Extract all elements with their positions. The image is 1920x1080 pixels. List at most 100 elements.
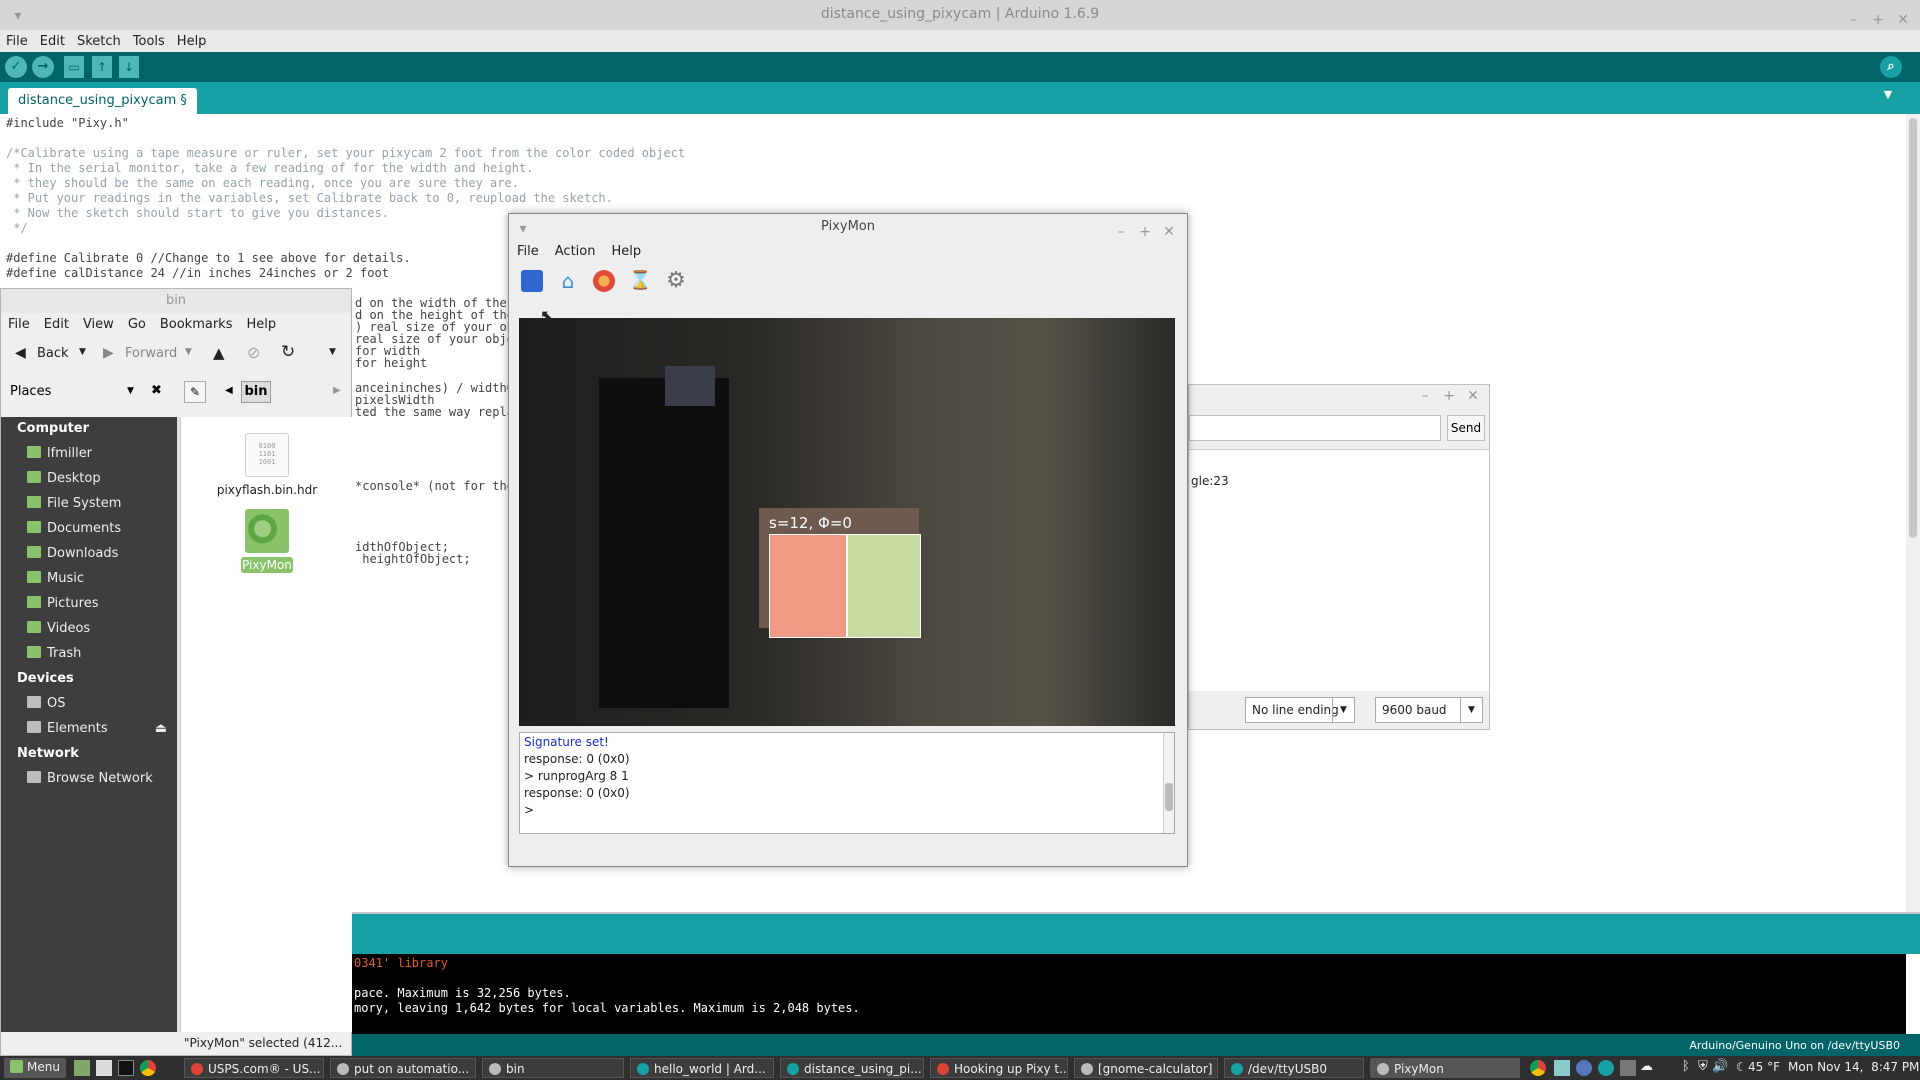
path-left-icon[interactable]: ◀ <box>225 385 233 396</box>
sidebar-item-os[interactable]: OS <box>1 692 177 717</box>
shield-icon[interactable]: ⛨ <box>1698 1059 1708 1074</box>
volume-icon[interactable]: 🔊 <box>1712 1059 1728 1074</box>
taskbar-task[interactable]: bin <box>482 1058 624 1078</box>
upload-icon[interactable]: → <box>32 56 54 78</box>
sidebar-item-music[interactable]: Music <box>1 567 177 592</box>
bluetooth-icon[interactable]: ᛒ <box>1682 1059 1690 1074</box>
terminal-launcher-icon[interactable] <box>118 1060 134 1076</box>
menu-item-tools[interactable]: Tools <box>127 30 171 49</box>
sidebar-item-videos[interactable]: Videos <box>1 617 177 642</box>
gear-icon[interactable]: ⚙ <box>665 270 687 292</box>
console-scrollbar-thumb[interactable] <box>1165 783 1173 811</box>
send-button[interactable]: Send <box>1447 415 1485 441</box>
serial-monitor-icon[interactable]: ⌕ <box>1880 56 1902 78</box>
maximize-icon[interactable]: + <box>1441 388 1457 404</box>
close-icon[interactable]: ✕ <box>1465 388 1481 404</box>
sidebar-item-documents[interactable]: Documents <box>1 517 177 542</box>
taskbar-task[interactable]: distance_using_pi... <box>780 1058 924 1078</box>
sidebar-item-browse-network[interactable]: Browse Network <box>1 767 177 792</box>
sidebar-item-file-system[interactable]: File System <box>1 492 177 517</box>
menu-item-bookmarks[interactable]: Bookmarks <box>153 313 240 336</box>
start-menu-button[interactable]: Menu <box>4 1058 66 1078</box>
sidebar-item-desktop[interactable]: Desktop <box>1 467 177 492</box>
editor-scrollbar[interactable] <box>1906 114 1920 914</box>
close-icon[interactable]: ✕ <box>1161 219 1177 245</box>
editor-scrollbar-thumb[interactable] <box>1909 118 1917 538</box>
camera-view[interactable]: s=12, Φ=0 <box>519 318 1175 726</box>
menu-item-help[interactable]: Help <box>171 30 213 49</box>
menu-item-help[interactable]: Help <box>239 313 283 336</box>
places-dropdown-icon[interactable]: ▼ <box>127 386 134 396</box>
sidebar-item-downloads[interactable]: Downloads <box>1 542 177 567</box>
baud-select[interactable]: 9600 baud ▼ <box>1375 697 1483 723</box>
file-manager-launcher-icon[interactable] <box>96 1060 112 1076</box>
taskbar-task[interactable]: /dev/ttyUSB0 <box>1224 1058 1364 1078</box>
menu-item-view[interactable]: View <box>76 313 121 336</box>
taskbar-task[interactable]: put on automatio... <box>330 1058 476 1078</box>
sidebar-item-pictures[interactable]: Pictures <box>1 592 177 617</box>
chrome-launcher-icon[interactable] <box>140 1060 156 1076</box>
menu-item-file[interactable]: File <box>0 30 34 49</box>
taskbar-task[interactable]: USPS.com® - US... <box>184 1058 324 1078</box>
stop-program-icon[interactable] <box>521 270 543 292</box>
tray-app-icon[interactable] <box>1554 1060 1570 1076</box>
sketch-tab[interactable]: distance_using_pixycam § <box>8 88 197 114</box>
line-ending-select[interactable]: No line ending ▼ <box>1245 697 1355 723</box>
forward-button[interactable]: Forward <box>125 346 177 361</box>
window-menu-icon[interactable]: ▾ <box>515 216 531 242</box>
menu-item-file[interactable]: File <box>509 240 547 263</box>
sidebar-item-elements[interactable]: Elements ⏏ <box>1 717 177 742</box>
tab-menu-icon[interactable]: ▼ <box>1878 88 1898 106</box>
taskbar-task[interactable]: Hooking up Pixy t... <box>930 1058 1068 1078</box>
raw-video-icon[interactable] <box>593 270 615 292</box>
sidebar-item-trash[interactable]: Trash <box>1 642 177 667</box>
cloud-icon[interactable]: ☁ <box>1640 1059 1653 1074</box>
open-sketch-icon[interactable]: ↑ <box>92 56 112 78</box>
minimize-icon[interactable]: – <box>1417 388 1433 404</box>
forward-arrow-icon[interactable]: ▶ <box>103 345 114 361</box>
verify-icon[interactable]: ✓ <box>5 56 27 78</box>
save-sketch-icon[interactable]: ↓ <box>119 56 139 78</box>
chrome-tray-icon[interactable] <box>1530 1060 1546 1076</box>
forward-dropdown-icon[interactable]: ▼ <box>185 347 192 357</box>
show-desktop-icon[interactable] <box>74 1060 90 1076</box>
default-program-icon[interactable]: ⌂ <box>557 270 579 292</box>
menu-item-edit[interactable]: Edit <box>37 313 76 336</box>
file-item-hdr[interactable]: 0100 1101 1001 pixyflash.bin.hdr <box>181 433 353 497</box>
clock[interactable]: Mon Nov 14, 8:47 PM <box>1788 1060 1919 1074</box>
serial-input-field[interactable] <box>1189 415 1441 441</box>
menu-item-edit[interactable]: Edit <box>34 30 71 49</box>
new-sketch-icon[interactable]: ▭ <box>64 56 84 78</box>
places-label[interactable]: Places <box>10 384 51 399</box>
path-right-icon[interactable]: ▶ <box>333 385 341 396</box>
minimize-icon[interactable]: – <box>1113 219 1129 245</box>
menu-item-sketch[interactable]: Sketch <box>71 30 127 49</box>
back-arrow-icon[interactable]: ◀ <box>15 345 26 361</box>
menu-item-action[interactable]: Action <box>547 240 604 263</box>
stop-icon[interactable]: ⊘ <box>247 343 260 362</box>
reload-icon[interactable]: ↻ <box>281 342 295 362</box>
menu-item-file[interactable]: File <box>1 313 37 336</box>
toolbar-overflow-icon[interactable]: ▼ <box>329 347 336 357</box>
maximize-icon[interactable]: + <box>1137 219 1153 245</box>
back-dropdown-icon[interactable]: ▼ <box>79 347 86 357</box>
sidebar-item-lfmiller[interactable]: lfmiller <box>1 442 177 467</box>
file-item-pixymon[interactable]: PixyMon <box>181 509 353 573</box>
cooked-mode-icon[interactable]: ⌛ <box>629 270 651 292</box>
taskbar-task[interactable]: hello_world | Ard... <box>630 1058 774 1078</box>
pixymon-console[interactable]: Signature set! response: 0 (0x0) > runprog… <box>519 732 1175 834</box>
window-menu-icon[interactable]: ▾ <box>10 2 26 30</box>
console-scrollbar[interactable] <box>1163 733 1174 833</box>
tray-shield-icon[interactable] <box>1576 1060 1592 1076</box>
network-icon[interactable] <box>1620 1060 1636 1076</box>
arduino-tray-icon[interactable] <box>1598 1060 1614 1076</box>
taskbar-task[interactable]: PixyMon <box>1370 1058 1520 1078</box>
back-button[interactable]: Back <box>37 346 69 361</box>
taskbar-task[interactable]: [gnome-calculator] <box>1074 1058 1218 1078</box>
eject-icon[interactable]: ⏏ <box>155 721 167 736</box>
path-button-bin[interactable]: bin <box>241 381 271 403</box>
up-icon[interactable]: ▲ <box>213 344 225 362</box>
close-sidebar-icon[interactable]: ✖ <box>151 383 162 398</box>
weather-temperature[interactable]: 45 °F <box>1748 1060 1780 1074</box>
menu-item-go[interactable]: Go <box>121 313 153 336</box>
